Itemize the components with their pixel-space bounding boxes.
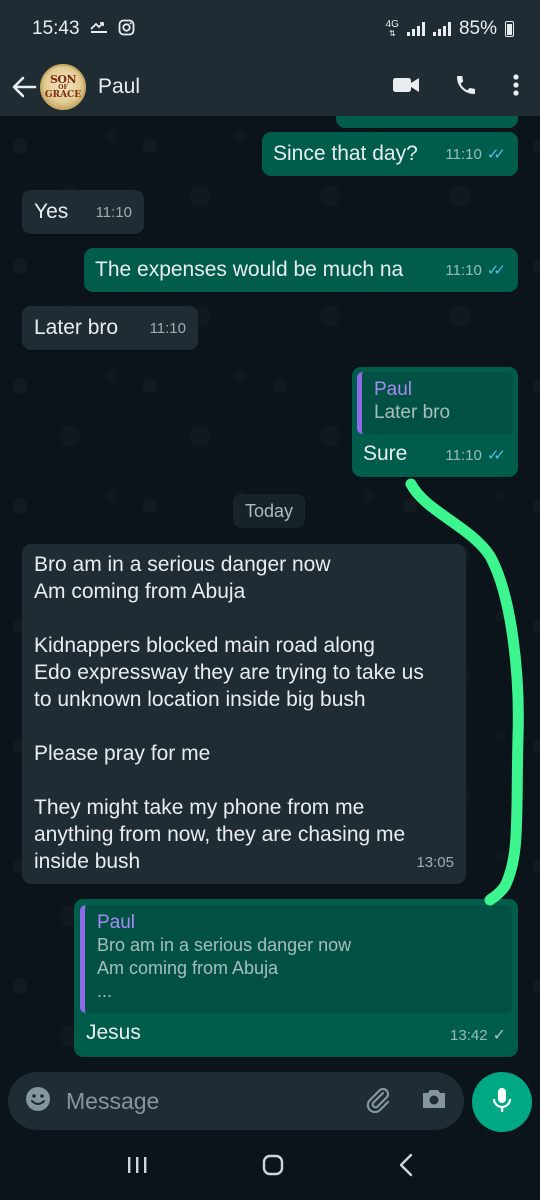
system-nav-bar [0, 1134, 540, 1200]
composer [0, 1070, 540, 1132]
message-meta: 11:10 ✓✓ [445, 257, 506, 284]
voice-call-icon[interactable] [454, 73, 478, 102]
message-bubble-outgoing-reply[interactable]: Paul Later bro Sure 11:10 ✓✓ [352, 367, 518, 477]
message-text: Since that day? [273, 142, 418, 165]
network-type-label: 4G [385, 19, 399, 30]
back-arrow-icon[interactable] [10, 73, 38, 101]
camera-icon[interactable] [420, 1087, 448, 1116]
message-time: 11:10 [445, 262, 482, 279]
nav-recents-icon[interactable] [126, 1155, 148, 1180]
avatar-text-3: GRACE [44, 90, 82, 100]
message-bubble-outgoing[interactable]: The expenses would be much na 11:10 ✓✓ [84, 248, 518, 292]
message-text: Later bro [34, 316, 119, 339]
mic-button[interactable] [472, 1072, 532, 1132]
message-text: Jesus [86, 1021, 141, 1044]
message-bubble-outgoing[interactable]: Since that day? 11:10 ✓✓ [262, 132, 518, 176]
mic-icon [491, 1086, 513, 1119]
status-time: 15:43 [32, 18, 80, 39]
message-time: 11:10 [445, 447, 482, 464]
more-vert-icon[interactable] [512, 73, 520, 102]
attach-icon[interactable] [364, 1085, 392, 1118]
message-bubble-incoming-long[interactable]: Bro am in a serious danger now Am coming… [22, 544, 466, 884]
signal-strength-icon [406, 22, 425, 36]
read-ticks-icon: ✓✓ [486, 262, 506, 279]
message-time: 11:10 [149, 320, 186, 337]
nav-home-icon[interactable] [261, 1153, 285, 1182]
message-time: 13:05 [416, 854, 454, 871]
date-separator: Today [233, 494, 305, 528]
quoted-text: Later bro [374, 402, 451, 423]
quoted-author: Paul [374, 379, 413, 400]
previous-message-bubble[interactable] [336, 116, 518, 128]
message-input[interactable] [66, 1087, 364, 1115]
quoted-text: Bro am in a serious danger now Am coming… [97, 935, 352, 1001]
message-time: 11:10 [95, 204, 132, 221]
battery-icon [505, 21, 514, 37]
chat-area[interactable]: Since that day? 11:10 ✓✓ Yes 11:10 The e… [0, 116, 540, 1070]
network-type-icon: 4G ⇅ [385, 19, 399, 39]
battery-percentage: 85% [458, 18, 497, 39]
message-text: Yes [34, 200, 69, 223]
message-time: 13:42 [450, 1027, 488, 1044]
contact-name[interactable]: Paul [98, 75, 140, 99]
message-meta: 11:10 [96, 199, 132, 226]
instagram-icon [118, 19, 135, 40]
message-text: Bro am in a serious danger now Am coming… [34, 553, 424, 873]
status-bar: 15:43 4G ⇅ 85% [0, 0, 540, 58]
video-call-icon[interactable] [392, 75, 420, 100]
message-bubble-outgoing-reply[interactable]: Paul Bro am in a serious danger now Am c… [74, 899, 518, 1057]
contact-avatar[interactable]: SON OF GRACE [40, 64, 86, 110]
message-meta: 11:10 ✓✓ [445, 442, 506, 469]
sent-tick-icon: ✓ [492, 1027, 506, 1044]
message-time: 11:10 [445, 146, 482, 163]
read-ticks-icon: ✓✓ [486, 447, 506, 464]
chat-header: SON OF GRACE Paul [0, 58, 540, 116]
missed-call-icon [89, 20, 108, 38]
message-text: Sure [363, 442, 408, 465]
nav-back-icon[interactable] [398, 1153, 414, 1182]
message-meta: 11:10 ✓✓ [445, 141, 506, 168]
message-meta: 13:42 ✓ [450, 1022, 506, 1049]
emoji-icon[interactable] [24, 1085, 52, 1118]
quoted-author: Paul [97, 912, 136, 933]
quoted-message[interactable]: Paul Bro am in a serious danger now Am c… [80, 905, 512, 1013]
quoted-message[interactable]: Paul Later bro [357, 372, 513, 434]
message-bubble-incoming[interactable]: Later bro 11:10 [22, 306, 198, 350]
signal-strength-icon-2 [432, 22, 451, 36]
composer-box [8, 1072, 464, 1130]
message-text: The expenses would be much na [95, 258, 404, 281]
chat-screen: 15:43 4G ⇅ 85% SON OF GRACE Paul Since t… [0, 0, 540, 1200]
message-meta: 11:10 [150, 315, 186, 342]
message-bubble-incoming[interactable]: Yes 11:10 [22, 190, 144, 234]
read-ticks-icon: ✓✓ [486, 146, 506, 163]
message-meta: 13:05 [416, 849, 454, 876]
